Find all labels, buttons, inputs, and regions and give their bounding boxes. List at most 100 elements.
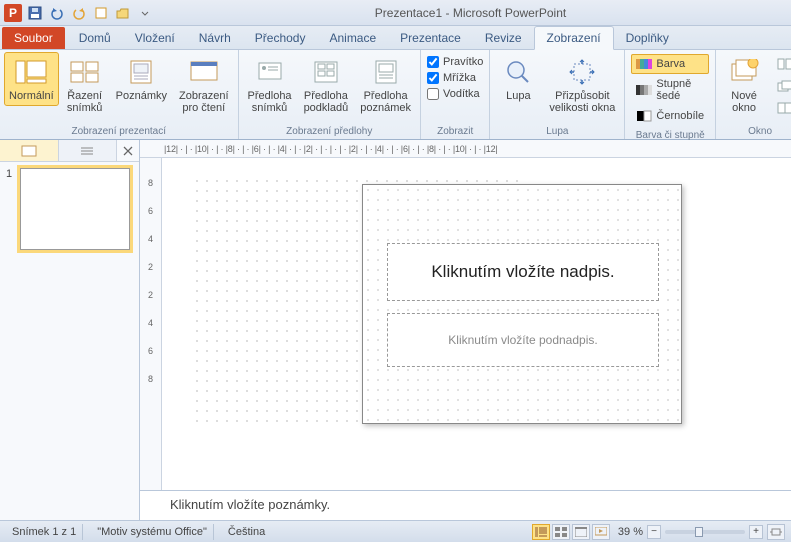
save-icon [28, 6, 42, 20]
window-extra-1[interactable] [772, 54, 791, 74]
fit-window-icon [566, 56, 598, 88]
status-normal-view[interactable] [532, 524, 550, 540]
zoom-value[interactable]: 39 % [618, 526, 643, 538]
blackwhite-button[interactable]: Černobíle [631, 106, 709, 126]
zoom-in-button[interactable]: + [749, 525, 763, 539]
status-language[interactable]: Čeština [222, 524, 271, 540]
slide[interactable]: Kliknutím vložíte nadpis. Kliknutím vlož… [362, 184, 682, 424]
tab-file[interactable]: Soubor [2, 27, 65, 49]
window-extra-3[interactable] [772, 98, 791, 118]
sorter-view-button[interactable]: Řazení snímků [61, 52, 109, 118]
tab-review[interactable]: Revize [473, 27, 534, 49]
status-theme[interactable]: "Motiv systému Office" [91, 524, 214, 540]
tab-design[interactable]: Návrh [187, 27, 243, 49]
color-label: Barva [656, 58, 685, 70]
ribbon: Normální Řazení snímků Poznámky Zobrazen… [0, 50, 791, 140]
quick-access-toolbar: P [4, 4, 154, 22]
slideshow-mini-icon [595, 527, 607, 537]
reading-mini-icon [575, 527, 587, 537]
status-slideshow-view[interactable] [592, 524, 610, 540]
thumbnail-item[interactable]: 1 [6, 168, 133, 250]
group-window: Nové okno Okno [716, 50, 791, 139]
tab-home[interactable]: Domů [67, 27, 123, 49]
tab-insert[interactable]: Vložení [123, 27, 187, 49]
slide-canvas[interactable]: Kliknutím vložíte nadpis. Kliknutím vlož… [162, 158, 791, 490]
zoom-slider-thumb[interactable] [695, 527, 703, 537]
tab-slideshow[interactable]: Prezentace [388, 27, 473, 49]
notes-view-label: Poznámky [116, 90, 167, 102]
zoom-button[interactable]: Lupa [494, 52, 542, 106]
handout-master-label: Předloha podkladů [304, 90, 349, 114]
reading-view-icon [188, 56, 220, 88]
thumbnail-slide[interactable] [20, 168, 130, 250]
window-extra-2[interactable] [772, 76, 791, 96]
status-sorter-view[interactable] [552, 524, 570, 540]
editor-area: |12| · | · |10| · | · |8| · | · |6| · | … [140, 140, 791, 520]
vertical-ruler[interactable]: 8 6 4 2 2 4 6 8 [140, 158, 162, 490]
title-placeholder[interactable]: Kliknutím vložíte nadpis. [387, 243, 659, 301]
tab-transitions[interactable]: Přechody [243, 27, 318, 49]
notes-master-button[interactable]: Předloha poznámek [355, 52, 416, 118]
slide-master-icon [254, 56, 286, 88]
split-icon [777, 100, 791, 116]
thumbnail-number: 1 [6, 168, 16, 250]
zoom-out-button[interactable]: − [647, 525, 661, 539]
color-button[interactable]: Barva [631, 54, 709, 74]
zoom-fit-button[interactable] [767, 524, 785, 540]
guides-check-input[interactable] [427, 88, 439, 100]
guides-label: Vodítka [443, 88, 480, 100]
notes-view-button[interactable]: Poznámky [111, 52, 172, 106]
horizontal-ruler[interactable]: |12| · | · |10| · | · |8| · | · |6| · | … [140, 140, 791, 158]
zoom-slider[interactable] [665, 530, 745, 534]
notes-pane[interactable]: Kliknutím vložíte poznámky. [140, 490, 791, 520]
slide-master-button[interactable]: Předloha snímků [243, 52, 297, 118]
powerpoint-logo-icon: P [4, 4, 22, 22]
status-bar: Snímek 1 z 1 "Motiv systému Office" Češt… [0, 520, 791, 542]
outline-tab[interactable] [59, 140, 118, 161]
thumbnail-tabs [0, 140, 139, 162]
undo-icon [50, 6, 64, 20]
qat-button-4[interactable] [92, 4, 110, 22]
fit-window-button[interactable]: Přizpůsobit velikosti okna [544, 52, 620, 118]
new-window-button[interactable]: Nové okno [720, 52, 768, 118]
grid-check-input[interactable] [427, 72, 439, 84]
status-reading-view[interactable] [572, 524, 590, 540]
guides-checkbox[interactable]: Vodítka [427, 88, 483, 100]
reading-view-label: Zobrazení pro čtení [179, 90, 229, 114]
grid-checkbox[interactable]: Mřížka [427, 72, 483, 84]
tab-view[interactable]: Zobrazení [534, 26, 614, 50]
status-slide[interactable]: Snímek 1 z 1 [6, 524, 83, 540]
tab-addins[interactable]: Doplňky [614, 27, 681, 49]
undo-button[interactable] [48, 4, 66, 22]
redo-button[interactable] [70, 4, 88, 22]
slides-tab-icon [21, 145, 37, 157]
reading-view-button[interactable]: Zobrazení pro čtení [174, 52, 234, 118]
vruler-tick: 4 [148, 234, 153, 244]
ruler-check-input[interactable] [427, 56, 439, 68]
thumbnail-close-button[interactable] [117, 140, 139, 161]
qat-dropdown[interactable] [136, 4, 154, 22]
grid-label: Mřížka [443, 72, 476, 84]
subtitle-placeholder[interactable]: Kliknutím vložíte podnadpis. [387, 313, 659, 367]
ruler-label: Pravítko [443, 56, 483, 68]
grayscale-label: Stupně šedé [656, 78, 704, 102]
vruler-tick: 4 [148, 318, 153, 328]
slides-tab[interactable] [0, 140, 59, 161]
handout-master-button[interactable]: Předloha podkladů [299, 52, 354, 118]
fit-mini-icon [770, 527, 782, 537]
sorter-mini-icon [555, 527, 567, 537]
grayscale-button[interactable]: Stupně šedé [631, 76, 709, 104]
thumbnail-list: 1 [0, 162, 139, 520]
ruler-checkbox[interactable]: Pravítko [427, 56, 483, 68]
qat-button-5[interactable] [114, 4, 132, 22]
subtitle-placeholder-text: Kliknutím vložíte podnadpis. [448, 333, 597, 347]
fit-window-label: Přizpůsobit velikosti okna [549, 90, 615, 114]
tab-animations[interactable]: Animace [317, 27, 388, 49]
handout-master-icon [310, 56, 342, 88]
title-placeholder-text: Kliknutím vložíte nadpis. [431, 262, 614, 282]
normal-view-button[interactable]: Normální [4, 52, 59, 106]
vruler-tick: 2 [148, 262, 153, 272]
palette-icon [636, 56, 652, 72]
group-masters-label: Zobrazení předlohy [243, 124, 416, 139]
save-button[interactable] [26, 4, 44, 22]
